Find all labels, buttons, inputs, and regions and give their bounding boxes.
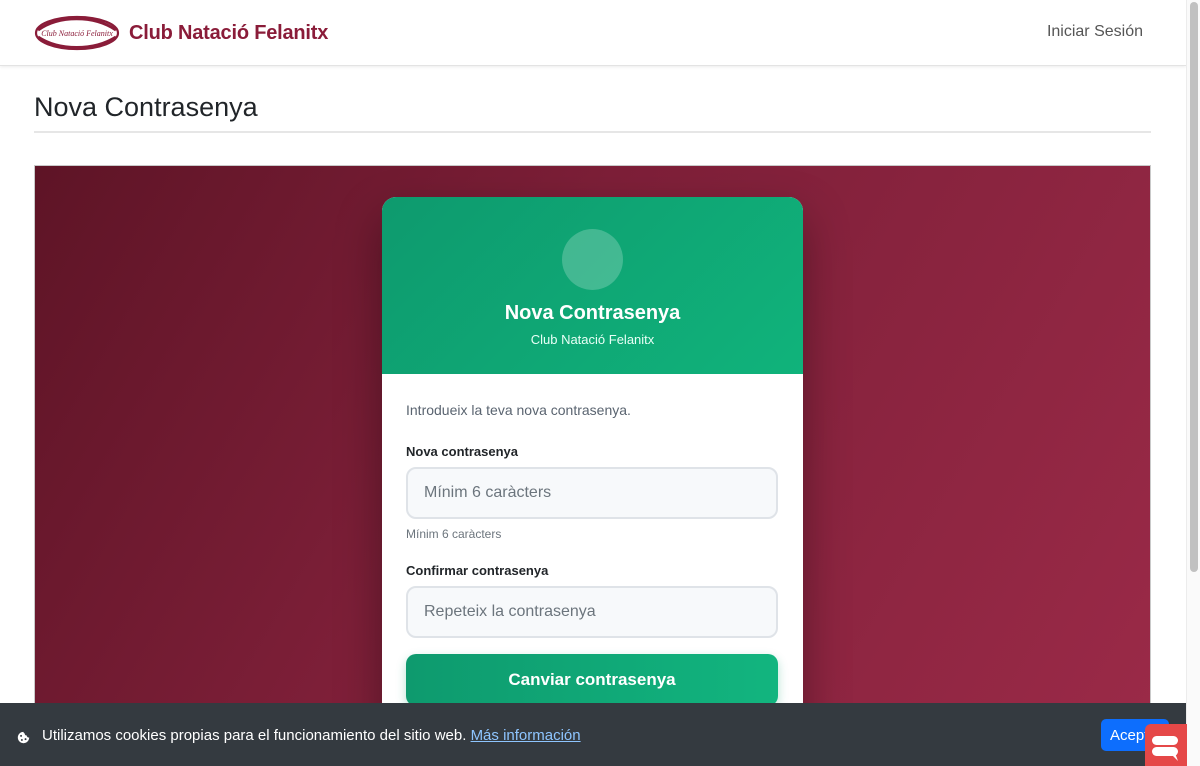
reset-password-form: Introdueix la teva nova contrasenya. Nov… (382, 374, 803, 706)
confirm-password-input[interactable] (406, 586, 778, 638)
cookie-icon (17, 731, 30, 744)
reset-password-card: Nova Contrasenya Club Natació Felanitx I… (382, 197, 803, 766)
new-password-input[interactable] (406, 467, 778, 519)
new-password-label: Nova contrasenya (406, 444, 518, 459)
title-divider (34, 131, 1151, 133)
chat-widget-icon (1152, 736, 1178, 761)
chat-widget-button[interactable] (1145, 724, 1187, 766)
cookie-more-info-link[interactable]: Más información (471, 727, 581, 744)
navbar: Club Natació Felanitx Club Natació Felan… (0, 0, 1186, 66)
password-help-text: Mínim 6 caràcters (406, 527, 502, 541)
card-title: Nova Contrasenya (504, 302, 681, 324)
page-scrollbar[interactable] (1186, 0, 1200, 766)
scrollbar-thumb[interactable] (1190, 2, 1198, 572)
card-header: Nova Contrasenya Club Natació Felanitx (382, 197, 803, 374)
cookie-message: Utilizamos cookies propias para el funci… (42, 727, 581, 744)
cookie-text: Utilizamos cookies propias para el funci… (42, 727, 467, 744)
cookie-banner: Utilizamos cookies propias para el funci… (0, 703, 1186, 766)
confirm-password-label: Confirmar contrasenya (406, 563, 549, 578)
intro-text: Introdueix la teva nova contrasenya. (406, 402, 631, 418)
brand-name: Club Natació Felanitx (129, 21, 329, 44)
brand-link[interactable]: Club Natació Felanitx Club Natació Felan… (34, 13, 328, 53)
logo-text: Club Natació Felanitx (41, 29, 113, 38)
change-password-button[interactable]: Canviar contrasenya (406, 654, 778, 706)
page-title: Nova Contrasenya (34, 92, 258, 122)
login-link[interactable]: Iniciar Sesión (1047, 23, 1143, 41)
lock-icon (562, 229, 623, 290)
card-subtitle: Club Natació Felanitx (530, 332, 655, 347)
club-logo-icon: Club Natació Felanitx (34, 15, 120, 51)
